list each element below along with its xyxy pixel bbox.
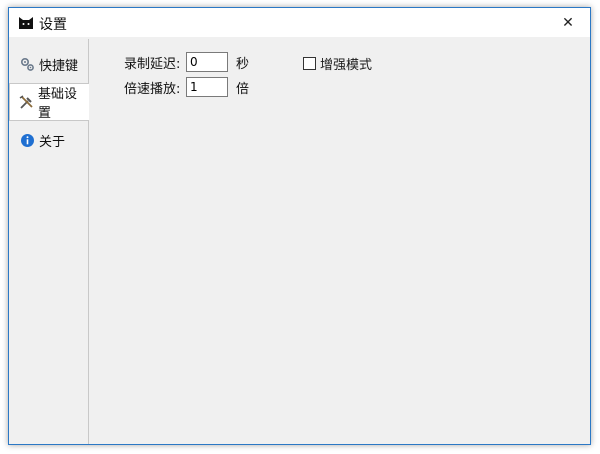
record-delay-row: 录制延迟: 秒	[124, 52, 249, 72]
enhanced-mode-checkbox[interactable]	[303, 57, 316, 70]
tab-about[interactable]: 关于	[11, 123, 87, 157]
tab-shortcuts[interactable]: 快捷键	[11, 47, 87, 81]
close-button[interactable]: ✕	[546, 8, 590, 37]
enhanced-mode-row[interactable]: 增强模式	[303, 54, 372, 73]
info-icon	[20, 133, 35, 148]
tab-label: 快捷键	[39, 58, 79, 74]
basic-settings-panel: 录制延迟: 秒 倍速播放: 倍 增强模式	[89, 39, 590, 444]
tab-basic-settings[interactable]: 基础设置	[9, 83, 89, 121]
gears-icon	[20, 57, 35, 72]
settings-window: 设置 ✕ 快捷键 基础设置 关于 录制延迟: 0 秒 倍速播放: 1 倍 增强模…	[8, 7, 591, 445]
tab-label: 基础设置	[38, 87, 78, 121]
window-title: 设置	[39, 17, 67, 33]
record-delay-unit: 秒	[236, 56, 250, 72]
settings-body: 快捷键 基础设置 关于 录制延迟: 0 秒 倍速播放: 1 倍 增强模式	[9, 37, 590, 444]
tab-list: 快捷键 基础设置 关于	[9, 39, 89, 444]
title-bar[interactable]: 设置 ✕	[9, 8, 590, 37]
playback-speed-row: 倍速播放: 倍	[124, 77, 249, 97]
cat-app-icon	[18, 16, 34, 30]
tab-label: 关于	[39, 134, 66, 150]
record-delay-label: 录制延迟:	[124, 56, 181, 72]
playback-speed-input[interactable]	[186, 77, 228, 97]
tools-icon	[19, 94, 34, 110]
playback-speed-label: 倍速播放:	[124, 81, 181, 97]
close-icon: ✕	[562, 14, 574, 31]
playback-speed-unit: 倍	[236, 81, 250, 97]
record-delay-input[interactable]	[186, 52, 228, 72]
enhanced-mode-label: 增强模式	[320, 58, 373, 73]
